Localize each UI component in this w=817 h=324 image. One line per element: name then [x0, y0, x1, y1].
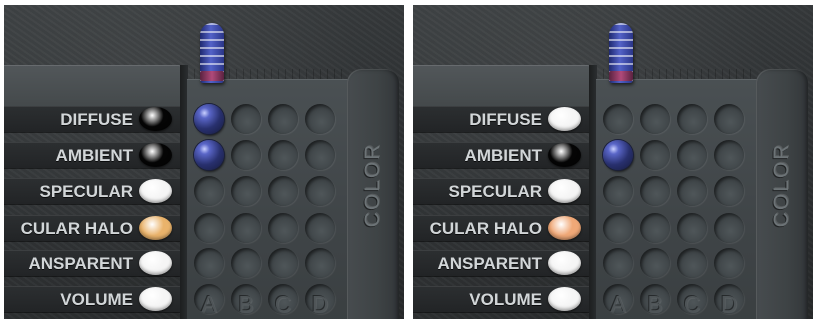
- socket-icon[interactable]: [603, 213, 633, 243]
- color-column-label: COLOR: [770, 142, 793, 228]
- column-letter: A: [201, 291, 217, 317]
- channel-label: DIFFUSE: [469, 110, 542, 129]
- color-swatch-icon[interactable]: [139, 179, 172, 203]
- material-panel-right: COLOR DIFFUSE AMBIENT SPECULAR CULAR HALO ANS…: [413, 5, 813, 319]
- socket-icon[interactable]: [714, 248, 744, 278]
- socket-icon[interactable]: [603, 176, 633, 206]
- socket-icon[interactable]: [714, 140, 744, 170]
- socket-icon[interactable]: [194, 176, 224, 206]
- column-letter: D: [311, 291, 329, 317]
- socket-icon-active[interactable]: [194, 104, 224, 134]
- channel-row[interactable]: AMBIENT: [4, 142, 180, 168]
- color-swatch-icon[interactable]: [548, 143, 581, 167]
- socket-icon[interactable]: [714, 213, 744, 243]
- color-swatch-icon[interactable]: [139, 107, 172, 131]
- socket-icon[interactable]: [231, 248, 261, 278]
- color-swatch-icon[interactable]: [548, 179, 581, 203]
- socket-icon[interactable]: [305, 176, 335, 206]
- socket-icon-active[interactable]: [603, 140, 633, 170]
- socket-icon[interactable]: [231, 104, 261, 134]
- channel-label: SPECULAR: [448, 182, 542, 201]
- socket-icon-active[interactable]: [194, 140, 224, 170]
- slider-knob-base: [609, 71, 633, 81]
- channel-label: CULAR HALO: [429, 219, 542, 238]
- socket-icon[interactable]: [305, 248, 335, 278]
- socket-icon[interactable]: [268, 248, 298, 278]
- channel-row[interactable]: VOLUME: [4, 286, 180, 312]
- color-swatch-icon[interactable]: [139, 143, 172, 167]
- channel-label: VOLUME: [60, 290, 133, 309]
- color-swatch-icon[interactable]: [548, 251, 581, 275]
- color-column: COLOR: [347, 69, 399, 319]
- channel-row[interactable]: DIFFUSE: [413, 106, 589, 132]
- channel-row[interactable]: ANSPARENT: [4, 250, 180, 276]
- slider-knob-base: [200, 71, 224, 81]
- socket-icon[interactable]: [305, 104, 335, 134]
- channel-label: AMBIENT: [55, 146, 133, 165]
- color-swatch-icon[interactable]: [548, 107, 581, 131]
- socket-icon[interactable]: [714, 104, 744, 134]
- column-letter: B: [238, 291, 254, 317]
- color-column-label: COLOR: [361, 142, 384, 228]
- channel-row[interactable]: ANSPARENT: [413, 250, 589, 276]
- socket-icon[interactable]: [640, 248, 670, 278]
- color-swatch-icon[interactable]: [139, 216, 172, 240]
- socket-icon[interactable]: [305, 213, 335, 243]
- channel-label: VOLUME: [469, 290, 542, 309]
- channel-label: SPECULAR: [39, 182, 133, 201]
- socket-icon[interactable]: [677, 213, 707, 243]
- color-column: COLOR: [756, 69, 808, 319]
- socket-icon[interactable]: [268, 176, 298, 206]
- socket-icon[interactable]: [231, 176, 261, 206]
- top-ledge: [4, 65, 184, 107]
- socket-icon[interactable]: [677, 248, 707, 278]
- column-letter: D: [720, 291, 738, 317]
- channel-row[interactable]: SPECULAR: [4, 178, 180, 204]
- socket-icon[interactable]: [714, 176, 744, 206]
- column-letter: C: [683, 291, 701, 317]
- socket-icon[interactable]: [677, 140, 707, 170]
- socket-icon[interactable]: [640, 140, 670, 170]
- socket-icon[interactable]: [231, 213, 261, 243]
- channel-row[interactable]: DIFFUSE: [4, 106, 180, 132]
- socket-icon[interactable]: [194, 213, 224, 243]
- channel-label: CULAR HALO: [20, 219, 133, 238]
- socket-icon[interactable]: [268, 140, 298, 170]
- socket-icon[interactable]: [603, 104, 633, 134]
- color-swatch-icon[interactable]: [139, 251, 172, 275]
- channel-row[interactable]: SPECULAR: [413, 178, 589, 204]
- channel-row[interactable]: CULAR HALO: [4, 215, 180, 241]
- channel-label: DIFFUSE: [60, 110, 133, 129]
- socket-icon[interactable]: [640, 104, 670, 134]
- column-letter: B: [647, 291, 663, 317]
- column-letter: A: [610, 291, 626, 317]
- socket-icon[interactable]: [640, 176, 670, 206]
- channel-label: AMBIENT: [464, 146, 542, 165]
- channel-label: ANSPARENT: [437, 254, 542, 273]
- socket-icon[interactable]: [194, 248, 224, 278]
- socket-icon[interactable]: [640, 213, 670, 243]
- channel-row[interactable]: VOLUME: [413, 286, 589, 312]
- socket-icon[interactable]: [677, 176, 707, 206]
- socket-icon[interactable]: [231, 140, 261, 170]
- channel-row[interactable]: AMBIENT: [413, 142, 589, 168]
- socket-icon[interactable]: [603, 248, 633, 278]
- socket-icon[interactable]: [305, 140, 335, 170]
- color-swatch-icon[interactable]: [548, 216, 581, 240]
- material-panel-left: COLOR DIFFUSE AMBIENT SPECULAR CULAR HALO ANS…: [4, 5, 404, 319]
- color-swatch-icon[interactable]: [548, 287, 581, 311]
- socket-icon[interactable]: [268, 213, 298, 243]
- color-swatch-icon[interactable]: [139, 287, 172, 311]
- column-letter: C: [274, 291, 292, 317]
- socket-icon[interactable]: [677, 104, 707, 134]
- socket-icon[interactable]: [268, 104, 298, 134]
- channel-row[interactable]: CULAR HALO: [413, 215, 589, 241]
- top-ledge: [413, 65, 593, 107]
- channel-label: ANSPARENT: [28, 254, 133, 273]
